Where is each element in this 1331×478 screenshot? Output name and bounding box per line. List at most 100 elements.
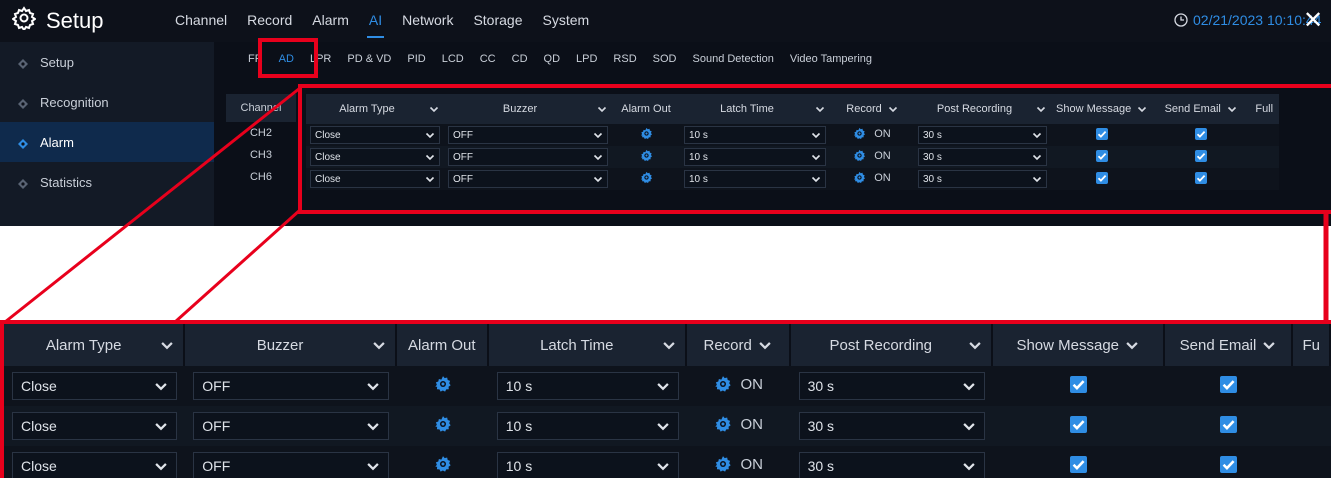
chevron-down-icon xyxy=(963,423,975,431)
cell-alarm-out xyxy=(397,366,489,406)
gear-icon[interactable] xyxy=(714,415,732,433)
header-record[interactable]: Record xyxy=(686,324,791,366)
checkbox-checked-icon[interactable] xyxy=(1220,455,1238,473)
header-send-email[interactable]: Send Email xyxy=(1164,324,1294,366)
gear-icon[interactable] xyxy=(714,375,732,393)
select-value: Close xyxy=(21,418,57,434)
chevron-down-icon xyxy=(663,342,675,350)
select-value: OFF xyxy=(202,418,231,434)
header-label: Alarm Type xyxy=(45,336,122,354)
buzzer-select[interactable]: OFF xyxy=(193,412,389,440)
record-value: ON xyxy=(740,415,763,433)
settings-table-zoom: Alarm Type Buzzer Alarm Out Latch Time Recor… xyxy=(4,324,1331,478)
checkbox-checked-icon[interactable] xyxy=(1220,415,1238,433)
cell-alarm-out xyxy=(397,406,489,446)
record-setting[interactable]: ON xyxy=(714,455,763,473)
buzzer-select[interactable]: OFF xyxy=(193,372,389,400)
select-value: 30 s xyxy=(807,378,835,394)
header-label: Buzzer xyxy=(256,336,304,354)
record-setting[interactable]: ON xyxy=(714,375,763,393)
cell-buzzer: OFF xyxy=(185,406,397,446)
header-label: Fu xyxy=(1302,336,1320,354)
chevron-down-icon xyxy=(367,463,379,471)
cell-show-message xyxy=(993,406,1165,446)
chevron-down-icon xyxy=(1126,342,1138,350)
checkbox-checked-icon[interactable] xyxy=(1070,455,1088,473)
post-recording-select[interactable]: 30 s xyxy=(798,412,985,440)
gear-icon[interactable] xyxy=(714,455,732,473)
cell-send-email xyxy=(1165,446,1294,478)
cell-record: ON xyxy=(687,406,791,446)
chevron-down-icon xyxy=(367,383,379,391)
chevron-down-icon xyxy=(657,423,669,431)
table-row: Close OFF 10 s ON 30 s xyxy=(4,446,1331,478)
header-latch-time[interactable]: Latch Time xyxy=(488,324,687,366)
cell-post-recording: 30 s xyxy=(791,446,993,478)
select-value: OFF xyxy=(202,378,231,394)
alarm-type-select[interactable]: Close xyxy=(12,372,178,400)
cell-alarm-type: Close xyxy=(4,446,185,478)
latch-time-select[interactable]: 10 s xyxy=(496,412,679,440)
post-recording-select[interactable]: 30 s xyxy=(798,372,985,400)
chevron-down-icon xyxy=(657,463,669,471)
chevron-down-icon xyxy=(963,383,975,391)
chevron-down-icon xyxy=(367,423,379,431)
gear-icon[interactable] xyxy=(434,415,452,433)
header-label: Record xyxy=(703,336,752,354)
chevron-down-icon xyxy=(969,342,981,350)
cell-buzzer: OFF xyxy=(185,366,397,406)
cell-buzzer: OFF xyxy=(185,446,397,478)
chevron-down-icon xyxy=(373,342,385,350)
cell-send-email xyxy=(1165,406,1294,446)
cell-record: ON xyxy=(687,366,791,406)
checkbox-checked-icon[interactable] xyxy=(1220,375,1238,393)
cell-alarm-out xyxy=(397,446,489,478)
cell-full xyxy=(1293,366,1331,406)
cell-show-message xyxy=(993,366,1165,406)
header-show-message[interactable]: Show Message xyxy=(992,324,1165,366)
chevron-down-icon xyxy=(963,463,975,471)
select-value: Close xyxy=(21,458,57,474)
chevron-down-icon xyxy=(155,423,167,431)
gear-icon[interactable] xyxy=(434,375,452,393)
header-alarm-type[interactable]: Alarm Type xyxy=(4,324,186,366)
cell-post-recording: 30 s xyxy=(791,366,993,406)
alarm-type-select[interactable]: Close xyxy=(12,452,178,478)
cell-latch-time: 10 s xyxy=(489,446,687,478)
checkbox-checked-icon[interactable] xyxy=(1070,375,1088,393)
select-value: 10 s xyxy=(505,378,533,394)
cell-record: ON xyxy=(687,446,791,478)
latch-time-select[interactable]: 10 s xyxy=(496,452,679,478)
chevron-down-icon xyxy=(155,383,167,391)
cell-full xyxy=(1293,406,1331,446)
record-setting[interactable]: ON xyxy=(714,415,763,433)
select-value: 30 s xyxy=(807,458,835,474)
cell-show-message xyxy=(993,446,1165,478)
cell-alarm-type: Close xyxy=(4,406,185,446)
header-buzzer[interactable]: Buzzer xyxy=(185,324,397,366)
header-post-recording[interactable]: Post Recording xyxy=(790,324,993,366)
post-recording-select[interactable]: 30 s xyxy=(798,452,985,478)
alarm-type-select[interactable]: Close xyxy=(12,412,178,440)
select-value: Close xyxy=(21,378,57,394)
header-label: Post Recording xyxy=(829,336,933,354)
cell-full xyxy=(1293,446,1331,478)
chevron-down-icon xyxy=(1263,342,1276,350)
gear-icon[interactable] xyxy=(434,455,452,473)
checkbox-checked-icon[interactable] xyxy=(1070,415,1088,433)
header-label: Send Email xyxy=(1179,336,1257,354)
header-alarm-out: Alarm Out xyxy=(396,324,489,366)
table-row: Close OFF 10 s ON 30 s xyxy=(4,366,1331,406)
latch-time-select[interactable]: 10 s xyxy=(496,372,679,400)
buzzer-select[interactable]: OFF xyxy=(193,452,389,478)
record-value: ON xyxy=(740,375,763,393)
chevron-down-icon xyxy=(759,342,771,350)
select-value: 30 s xyxy=(807,418,835,434)
chevron-down-icon xyxy=(161,342,173,350)
select-value: 10 s xyxy=(505,418,533,434)
header-label: Alarm Out xyxy=(408,336,476,354)
chevron-down-icon xyxy=(155,463,167,471)
cell-post-recording: 30 s xyxy=(791,406,993,446)
table-row: Close OFF 10 s ON 30 s xyxy=(4,406,1331,446)
header-label: Latch Time xyxy=(540,336,614,354)
